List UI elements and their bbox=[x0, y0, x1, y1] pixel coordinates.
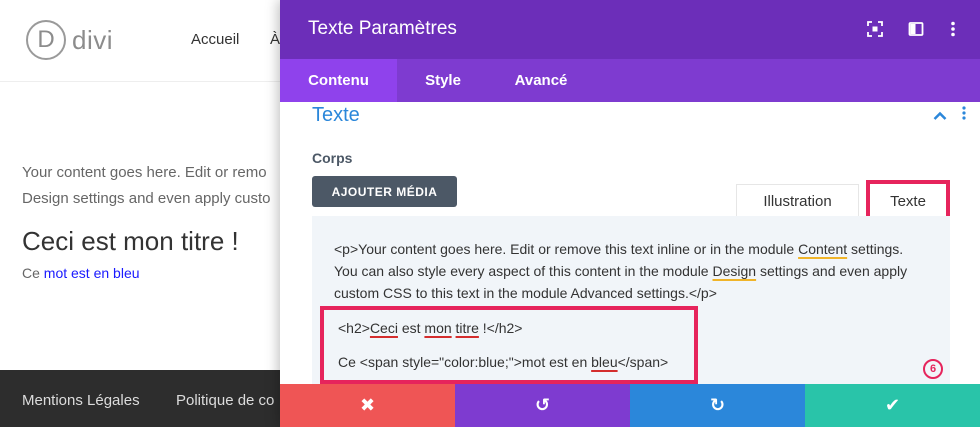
tab-contenu[interactable]: Contenu bbox=[280, 59, 397, 102]
modal-title: Texte Paramètres bbox=[308, 18, 457, 39]
code-text: </span> bbox=[617, 354, 669, 370]
section-more-icon[interactable] bbox=[962, 106, 966, 125]
field-label-corps: Corps bbox=[312, 150, 353, 166]
divi-logo[interactable]: D divi bbox=[26, 20, 113, 60]
modal-tabs: Contenu Style Avancé bbox=[280, 59, 980, 102]
chevron-up-icon[interactable] bbox=[933, 108, 947, 126]
page-content: Your content goes here. Edit or remo Des… bbox=[22, 160, 322, 281]
code-word-titre: titre bbox=[455, 320, 479, 336]
section-title[interactable]: Texte bbox=[312, 104, 360, 127]
code-word-design: Design bbox=[712, 263, 757, 279]
more-vertical-icon[interactable] bbox=[944, 20, 962, 38]
close-icon: ✖ bbox=[359, 395, 376, 415]
tab-style[interactable]: Style bbox=[397, 59, 489, 102]
tab-avance[interactable]: Avancé bbox=[489, 59, 593, 102]
nav-item-accueil[interactable]: Accueil bbox=[191, 31, 239, 48]
page-paragraph-line-2: Design settings and even apply custo bbox=[22, 190, 271, 207]
colored-text-blue: mot est en bleu bbox=[43, 265, 140, 281]
focus-icon[interactable] bbox=[866, 20, 884, 38]
code-word-ceci: Ceci bbox=[369, 320, 398, 336]
nav-item-a-propos[interactable]: À bbox=[270, 31, 280, 48]
code-text: !</h2> bbox=[478, 320, 523, 336]
highlight-box: <h2>Ceci est mon titre !</h2> Ce <span s… bbox=[320, 306, 698, 384]
code-editor[interactable]: <p>Your content goes here. Edit or remov… bbox=[312, 216, 950, 384]
page-paragraph-line-1: Your content goes here. Edit or remo bbox=[22, 164, 267, 181]
code-word-bleu: bleu bbox=[591, 354, 618, 370]
add-media-button[interactable]: AJOUTER MÉDIA bbox=[312, 176, 457, 207]
modal-header: Texte Paramètres bbox=[280, 0, 980, 59]
page-heading: Ceci est mon titre ! bbox=[22, 226, 239, 256]
code-text: <h2> bbox=[338, 320, 370, 336]
step-number-badge: 6 bbox=[923, 359, 943, 379]
code-paragraph: <p>Your content goes here. Edit or remov… bbox=[334, 238, 924, 304]
code-word-content: Content bbox=[798, 241, 848, 257]
cancel-button[interactable]: ✖ bbox=[280, 384, 455, 427]
code-line-h2: <h2>Ceci est mon titre !</h2> bbox=[338, 320, 522, 336]
check-icon: ✔ bbox=[884, 395, 901, 415]
code-word-mon: mon bbox=[424, 320, 452, 336]
undo-icon: ↺ bbox=[534, 395, 551, 415]
code-line-span: Ce <span style="color:blue;">mot est en … bbox=[338, 354, 668, 370]
sidebar-layout-icon[interactable] bbox=[907, 20, 925, 38]
redo-button[interactable]: ↻ bbox=[630, 384, 805, 427]
page-colored-text: Ce mot est en bleu bbox=[22, 265, 322, 281]
editor-tab-illustration[interactable]: Illustration bbox=[736, 184, 859, 217]
code-text: <p>Your content goes here. Edit or remov… bbox=[334, 241, 799, 257]
code-text: Ce <span style="color:blue;">mot est en bbox=[338, 354, 592, 370]
footer-link-politique[interactable]: Politique de co bbox=[176, 392, 274, 409]
save-button[interactable]: ✔ bbox=[805, 384, 980, 427]
redo-icon: ↻ bbox=[709, 395, 726, 415]
text-settings-modal: Texte Paramètres Contenu Style Avancé Te… bbox=[280, 0, 980, 427]
logo-text: divi bbox=[72, 24, 114, 55]
code-text: est bbox=[397, 320, 425, 336]
footer-link-mentions[interactable]: Mentions Légales bbox=[22, 392, 140, 409]
colored-text-prefix: Ce bbox=[22, 265, 44, 281]
action-bar: ✖ ↺ ↻ ✔ bbox=[280, 384, 980, 427]
undo-button[interactable]: ↺ bbox=[455, 384, 630, 427]
logo-mark: D bbox=[26, 20, 66, 60]
